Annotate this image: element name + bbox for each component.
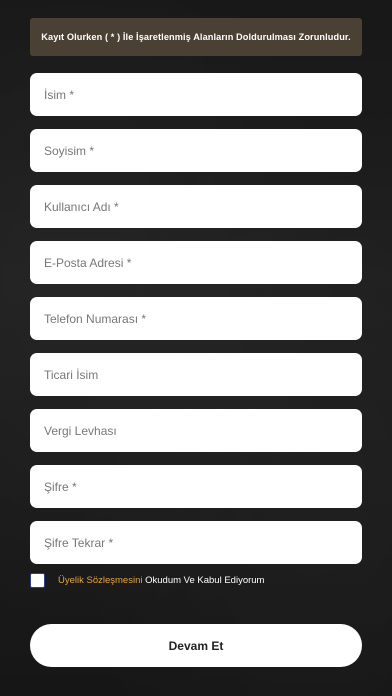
username-field[interactable] [30, 185, 362, 228]
required-fields-notice: Kayıt Olurken ( * ) İle İşaretlenmiş Ala… [30, 18, 362, 56]
email-input[interactable] [30, 241, 362, 284]
notice-text: Kayıt Olurken ( * ) İle İşaretlenmiş Ala… [41, 32, 351, 42]
email-field[interactable] [30, 241, 362, 284]
tax-certificate-input[interactable] [30, 409, 362, 452]
name-field[interactable] [30, 73, 362, 116]
password-field[interactable] [30, 465, 362, 508]
membership-agreement-link[interactable]: Üyelik Sözleşmesini [58, 575, 142, 586]
trade-name-field[interactable] [30, 353, 362, 396]
phone-input[interactable] [30, 297, 362, 340]
password-confirm-input[interactable] [30, 521, 362, 564]
phone-field[interactable] [30, 297, 362, 340]
agreement-rest-text: Okudum Ve Kabul Ediyorum [142, 575, 265, 586]
trade-name-input[interactable] [30, 353, 362, 396]
username-input[interactable] [30, 185, 362, 228]
agreement-checkbox[interactable] [30, 573, 45, 588]
agreement-row: Üyelik Sözleşmesini Okudum Ve Kabul Ediy… [30, 573, 264, 588]
name-input[interactable] [30, 73, 362, 116]
surname-field[interactable] [30, 129, 362, 172]
agreement-text: Üyelik Sözleşmesini Okudum Ve Kabul Ediy… [58, 575, 264, 586]
password-confirm-field[interactable] [30, 521, 362, 564]
continue-button[interactable]: Devam Et [30, 624, 362, 667]
tax-certificate-field[interactable] [30, 409, 362, 452]
password-input[interactable] [30, 465, 362, 508]
surname-input[interactable] [30, 129, 362, 172]
